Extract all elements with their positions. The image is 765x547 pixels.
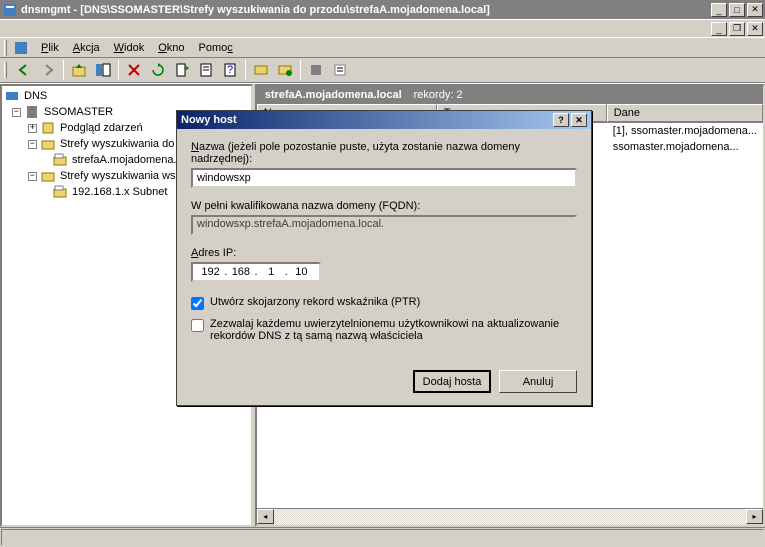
mdi-restore-button[interactable]: ❐: [729, 22, 745, 36]
zone-icon: [52, 184, 68, 200]
expand-icon[interactable]: +: [28, 124, 37, 133]
status-cell: [1, 529, 764, 546]
menu-widok[interactable]: Widok: [108, 40, 151, 56]
ptr-checkbox-row[interactable]: Utwórz skojarzony rekord wskaźnika (PTR): [191, 296, 577, 310]
window-titlebar: dnsmgmt - [DNS\SSOMASTER\Strefy wyszukiw…: [0, 0, 765, 19]
toolbar-grip: [4, 62, 7, 78]
dialog-titlebar[interactable]: Nowy host ? ✕: [177, 111, 591, 129]
close-button[interactable]: ✕: [747, 3, 763, 17]
tool-button-2[interactable]: [274, 59, 296, 81]
app-icon: [2, 2, 18, 18]
up-button[interactable]: [68, 59, 90, 81]
menu-pomoc[interactable]: Pomoc: [193, 40, 239, 56]
tool-button-1[interactable]: [250, 59, 272, 81]
add-host-button[interactable]: Dodaj hosta: [413, 370, 491, 393]
fqdn-label: W pełni kwalifikowana nazwa domeny (FQDN…: [191, 200, 577, 212]
auth-checkbox-row[interactable]: Zezwalaj każdemu uwierzytelnionemu użytk…: [191, 318, 577, 342]
scroll-left-button[interactable]: ◂: [257, 509, 274, 524]
dns-icon: [4, 88, 20, 104]
forward-button[interactable]: [37, 59, 59, 81]
help-button[interactable]: ?: [219, 59, 241, 81]
mdi-minimize-button[interactable]: _: [711, 22, 727, 36]
menu-grip: [4, 40, 7, 56]
menu-plik[interactable]: Plik: [35, 40, 65, 56]
statusbar: [0, 527, 765, 547]
zone-icon: [52, 152, 68, 168]
export-button[interactable]: [171, 59, 193, 81]
ptr-checkbox[interactable]: [191, 297, 204, 310]
col-data[interactable]: Dane: [607, 104, 763, 122]
tool-button-4[interactable]: [329, 59, 351, 81]
mdi-close-button[interactable]: ✕: [747, 22, 763, 36]
name-label: Nazwa (jeżeli pole pozostanie puste, uży…: [191, 141, 577, 165]
ip-input[interactable]: 192. 168. 1. 10: [191, 262, 321, 282]
toolbar: ?: [0, 57, 765, 83]
properties-button[interactable]: [195, 59, 217, 81]
refresh-button[interactable]: [147, 59, 169, 81]
menubar: Plik Akcja Widok Okno Pomoc: [0, 37, 765, 57]
collapse-icon[interactable]: −: [28, 172, 37, 181]
tree-root[interactable]: DNS: [4, 88, 249, 104]
svg-text:?: ?: [227, 64, 233, 76]
minimize-button[interactable]: _: [711, 3, 727, 17]
cancel-button[interactable]: Anuluj: [499, 370, 577, 393]
ip-label: Adres IP:: [191, 247, 577, 259]
dialog-close-button[interactable]: ✕: [571, 113, 587, 127]
auth-checkbox[interactable]: [191, 319, 204, 332]
folder-icon: [40, 168, 56, 184]
ptr-label: Utwórz skojarzony rekord wskaźnika (PTR): [210, 296, 420, 308]
scroll-track[interactable]: [274, 509, 746, 525]
menu-okno[interactable]: Okno: [152, 40, 190, 56]
mdi-bar: _ ❐ ✕: [0, 19, 765, 37]
window-title: dnsmgmt - [DNS\SSOMASTER\Strefy wyszukiw…: [21, 4, 711, 16]
maximize-button[interactable]: □: [729, 3, 745, 17]
show-hide-tree-button[interactable]: [92, 59, 114, 81]
zone-name: strefaA.mojadomena.local: [265, 89, 402, 101]
folder-icon: [40, 136, 56, 152]
dialog-title: Nowy host: [181, 114, 553, 126]
delete-button[interactable]: [123, 59, 145, 81]
auth-label: Zezwalaj każdemu uwierzytelnionemu użytk…: [210, 318, 577, 342]
server-icon: [24, 104, 40, 120]
back-button[interactable]: [13, 59, 35, 81]
new-host-dialog: Nowy host ? ✕ Nazwa (jeżeli pole pozosta…: [176, 110, 592, 406]
mdi-app-icon[interactable]: [13, 40, 29, 56]
scroll-right-button[interactable]: ▸: [746, 509, 763, 524]
horizontal-scrollbar[interactable]: ◂ ▸: [257, 508, 763, 525]
collapse-icon[interactable]: −: [28, 140, 37, 149]
menu-akcja[interactable]: Akcja: [67, 40, 106, 56]
tool-button-3[interactable]: [305, 59, 327, 81]
fqdn-display: windowsxp.strefaA.mojadomena.local.: [191, 215, 577, 235]
dialog-help-button[interactable]: ?: [553, 113, 569, 127]
book-icon: [40, 120, 56, 136]
zone-header: strefaA.mojadomena.local rekordy: 2: [257, 86, 763, 104]
name-input[interactable]: [191, 168, 577, 188]
collapse-icon[interactable]: −: [12, 108, 21, 117]
